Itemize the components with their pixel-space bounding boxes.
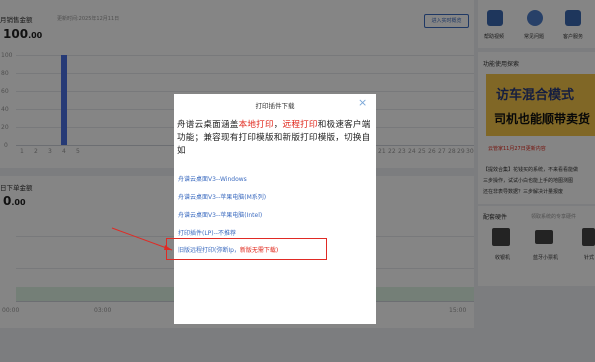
desc-local-print: 本地打印 xyxy=(238,120,274,130)
desc-remote-print: 远程打印 xyxy=(282,120,318,130)
close-icon[interactable]: × xyxy=(358,96,367,109)
download-link-mac-m[interactable]: 舟谱云桌面V3--苹果电脑(M系列) xyxy=(178,192,266,201)
modal-description: 舟谱云桌面涵盖本地打印，远程打印和极速客户端功能；兼容现有打印模版和新版打印模版… xyxy=(177,119,373,158)
desc-text: 舟谱云桌面涵盖 xyxy=(177,120,239,130)
modal-title: 打印插件下载 xyxy=(255,102,295,110)
desc-text: ， xyxy=(273,120,283,130)
download-link-lp-plugin[interactable]: 打印插件(LP)--不推荐 xyxy=(178,228,236,237)
download-link-windows[interactable]: 舟谱云桌面V3--Windows xyxy=(178,174,247,183)
print-plugin-download-modal: 打印插件下载 × 舟谱云桌面涵盖本地打印，远程打印和极速客户端功能；兼容现有打印… xyxy=(174,94,376,324)
download-link-mac-intel[interactable]: 舟谱云桌面V3--苹果电脑(Intel) xyxy=(178,210,262,219)
highlight-box-annotation xyxy=(166,238,327,260)
